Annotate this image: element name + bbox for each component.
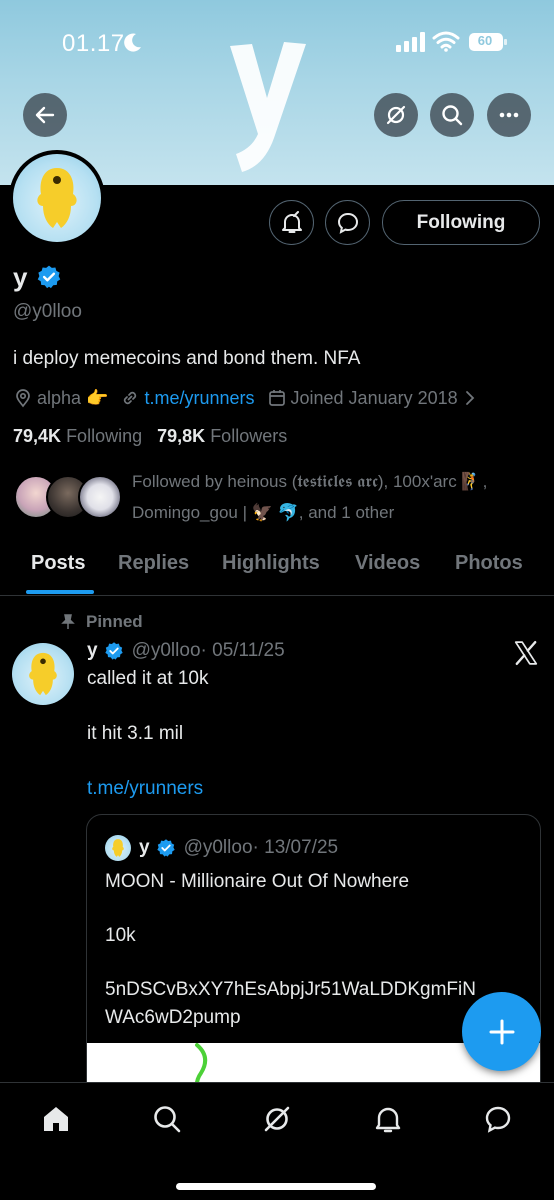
post-link[interactable]: t.me/yrunners xyxy=(87,778,203,800)
more-icon xyxy=(499,112,519,118)
search-icon xyxy=(442,105,463,126)
banner-y-graphic xyxy=(230,42,306,172)
pin-icon xyxy=(61,614,75,629)
profile-meta: alpha 👉 t.me/yrunners Joined January 201… xyxy=(13,386,484,410)
follower-avatar-3 xyxy=(78,475,122,519)
focus-moon-icon xyxy=(124,33,141,52)
joined-date: Joined January 2018 xyxy=(290,387,458,408)
quote-handle: @y0lloo xyxy=(183,837,253,858)
nav-messages[interactable] xyxy=(478,1099,518,1139)
message-icon xyxy=(337,212,358,234)
display-name: y xyxy=(13,262,28,292)
quote-author: y xyxy=(139,837,150,858)
quote-line-3: 5nDSCvBxXY7hEsAbpjJr51WaLDDKgmFiN xyxy=(105,979,476,1000)
verified-icon xyxy=(156,839,175,857)
tab-posts[interactable]: Posts xyxy=(31,552,85,575)
profile-handle: @y0lloo xyxy=(13,301,82,322)
avatar-image xyxy=(13,154,101,242)
quote-date: · 13/07/25 xyxy=(252,837,339,858)
followers-link[interactable]: 79,8K Followers xyxy=(157,426,287,446)
quote-line-2: 10k xyxy=(105,925,136,946)
quote-avatar xyxy=(105,835,131,861)
quote-header: y @y0lloo · 13/07/25 xyxy=(105,835,338,861)
message-button[interactable] xyxy=(325,200,370,245)
chevron-right-icon[interactable] xyxy=(460,388,480,408)
bell-icon xyxy=(375,1107,401,1133)
quoted-post[interactable]: y @y0lloo · 13/07/25 MOON - Millionaire … xyxy=(86,814,541,1114)
wifi-icon xyxy=(432,31,460,52)
post-header: y @y0lloo · 05/11/25 xyxy=(87,640,285,662)
back-icon xyxy=(35,106,55,124)
nav-grok[interactable] xyxy=(257,1099,297,1139)
verified-icon xyxy=(104,642,123,660)
nav-home[interactable] xyxy=(36,1099,76,1139)
follow-stats: 79,4K Following 79,8K Followers xyxy=(13,426,287,447)
compose-icon xyxy=(489,1019,514,1044)
quote-line-4: WAc6wD2pump xyxy=(105,1007,241,1028)
compose-button[interactable] xyxy=(462,992,541,1071)
x-logo-icon[interactable] xyxy=(513,640,539,666)
home-icon xyxy=(44,1107,68,1131)
post-line-2: it hit 3.1 mil xyxy=(87,723,184,744)
profile-link[interactable]: t.me/yrunners xyxy=(144,388,254,409)
following-link[interactable]: 79,4K Following xyxy=(13,426,142,446)
avatar-ghost-graphic xyxy=(112,839,124,857)
status-time: 01.17 xyxy=(62,30,125,57)
post-line-1: called it at 10k xyxy=(87,668,209,689)
notify-button[interactable] xyxy=(269,200,314,245)
followed-by-avatars[interactable] xyxy=(14,475,124,521)
location-icon xyxy=(16,389,30,408)
search-icon xyxy=(154,1106,181,1133)
post-handle: @y0lloo xyxy=(131,640,201,661)
home-indicator xyxy=(176,1183,376,1190)
active-tab-indicator xyxy=(26,590,94,594)
profile-avatar[interactable] xyxy=(9,150,105,246)
profile-tabs: Posts Replies Highlights Videos Photos xyxy=(0,540,554,596)
following-button[interactable]: Following xyxy=(382,200,540,245)
tab-videos[interactable]: Videos xyxy=(355,552,420,575)
search-button[interactable] xyxy=(430,93,474,137)
profile-bio: i deploy memecoins and bond them. NFA xyxy=(13,348,361,369)
post-avatar[interactable] xyxy=(12,643,74,705)
grok-button[interactable] xyxy=(374,93,418,137)
battery-percent: 60 xyxy=(477,33,493,48)
location-text: alpha 👉 xyxy=(37,387,109,408)
signal-icon xyxy=(396,32,425,52)
more-button[interactable] xyxy=(487,93,531,137)
avatar-ghost-graphic xyxy=(29,652,57,696)
link-icon xyxy=(124,391,137,405)
tab-photos[interactable]: Photos xyxy=(455,552,523,575)
verified-icon xyxy=(37,265,61,289)
nav-notifications[interactable] xyxy=(368,1099,408,1139)
grok-icon xyxy=(264,1106,290,1132)
back-button[interactable] xyxy=(23,93,67,137)
grok-icon xyxy=(386,105,406,125)
message-icon xyxy=(485,1106,511,1133)
quote-line-1: MOON - Millionaire Out Of Nowhere xyxy=(105,871,410,892)
post-date: · 05/11/25 xyxy=(200,640,285,661)
pinned-label: Pinned xyxy=(60,612,143,632)
tab-highlights[interactable]: Highlights xyxy=(222,552,320,575)
bottom-nav xyxy=(0,1082,554,1200)
post-author[interactable]: y xyxy=(87,640,98,662)
notify-icon xyxy=(281,210,302,233)
followed-by-text[interactable]: Followed by heinous (𝖙𝖊𝖘𝖙𝖎𝖈𝖑𝖊𝖘 𝖆𝖗𝖈), 100… xyxy=(132,466,542,528)
calendar-icon xyxy=(268,390,285,406)
tab-replies[interactable]: Replies xyxy=(118,552,189,575)
nav-search[interactable] xyxy=(147,1099,187,1139)
avatar-ghost-graphic xyxy=(37,168,77,228)
